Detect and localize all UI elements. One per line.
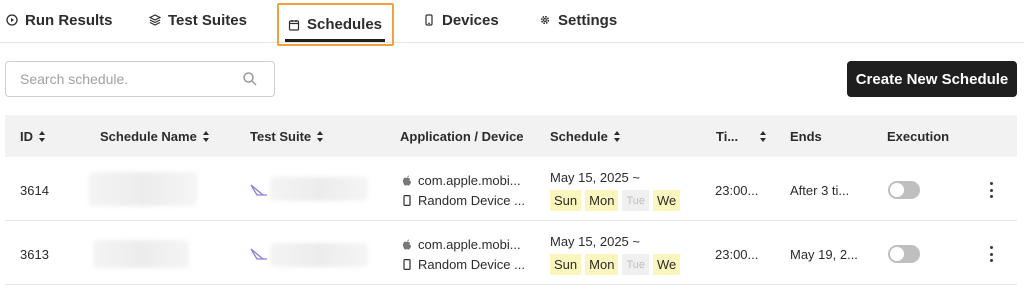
create-new-schedule-button[interactable]: Create New Schedule — [847, 61, 1017, 97]
app-line: com.apple.mobi... — [402, 173, 521, 188]
column-header-execution: Execution — [887, 128, 950, 144]
app-bundle-id: com.apple.mobi... — [418, 173, 521, 188]
column-header-schedule-name[interactable]: Schedule Name — [100, 115, 210, 157]
redacted-schedule-name — [89, 172, 197, 206]
test-suite-icon — [250, 184, 267, 196]
redacted-test-suite — [270, 243, 368, 267]
schedule-days: Sun Mon Tue We — [550, 190, 687, 211]
top-nav: Run Results Test Suites Schedules Device… — [0, 0, 1024, 46]
tab-settings[interactable]: Settings — [539, 0, 617, 40]
redacted-test-suite — [270, 177, 368, 201]
schedule-ends: After 3 ti... — [790, 183, 850, 198]
schedule-time: 23:00... — [715, 183, 759, 198]
search-input[interactable] — [6, 62, 236, 96]
tab-run-results[interactable]: Run Results — [6, 0, 113, 40]
table-row[interactable]: 3613 com.apple.mobi... Random Device ...… — [5, 222, 1017, 285]
sort-icon[interactable] — [202, 130, 210, 142]
play-circle-icon — [6, 14, 18, 26]
device-line: Random Device ... — [402, 193, 525, 208]
column-header-test-suite[interactable]: Test Suite — [250, 115, 324, 157]
tab-devices[interactable]: Devices — [423, 0, 499, 40]
column-header-id[interactable]: ID — [20, 115, 46, 157]
schedule-ends: May 19, 2... — [790, 247, 858, 262]
layers-icon — [149, 14, 161, 26]
tab-label: Schedules — [307, 16, 383, 33]
app-bundle-id: com.apple.mobi... — [418, 237, 521, 252]
more-options-icon[interactable] — [989, 246, 993, 262]
schedule-days: Sun Mon Tue We — [550, 254, 687, 275]
schedule-time: 23:00... — [715, 247, 759, 262]
tab-label: Devices — [442, 11, 499, 29]
day-chip: Mon — [585, 190, 619, 211]
search-box — [5, 61, 275, 97]
sort-icon[interactable] — [760, 130, 767, 142]
schedule-start-date: May 15, 2025 ~ — [550, 170, 640, 185]
phone-icon — [425, 14, 433, 26]
column-header-time[interactable]: Ti... — [716, 115, 767, 157]
apple-icon — [403, 239, 411, 250]
table-row[interactable]: 3614 com.apple.mobi... Random Device ...… — [5, 158, 1017, 221]
app-line: com.apple.mobi... — [402, 237, 521, 252]
apple-icon — [403, 175, 411, 186]
search-icon[interactable] — [242, 71, 258, 87]
sort-icon[interactable] — [39, 130, 46, 142]
sort-icon[interactable] — [613, 130, 621, 142]
execution-toggle[interactable] — [888, 245, 920, 263]
day-chip: Tue — [622, 190, 649, 211]
day-chip: Tue — [622, 254, 649, 275]
day-chip: We — [652, 254, 681, 275]
calendar-icon — [288, 19, 300, 31]
schedule-id: 3614 — [20, 183, 49, 198]
device-line: Random Device ... — [402, 257, 525, 272]
tab-label: Run Results — [25, 11, 113, 29]
test-suite-icon — [250, 248, 267, 260]
day-chip: Sun — [550, 254, 582, 275]
more-options-icon[interactable] — [989, 182, 993, 198]
device-name: Random Device ... — [418, 257, 525, 272]
schedule-id: 3613 — [20, 247, 49, 262]
device-name: Random Device ... — [418, 193, 525, 208]
day-chip: Mon — [585, 254, 619, 275]
schedule-start-date: May 15, 2025 ~ — [550, 234, 640, 249]
gear-icon — [540, 15, 550, 25]
tab-test-suites[interactable]: Test Suites — [149, 0, 247, 40]
column-header-schedule[interactable]: Schedule — [550, 115, 621, 157]
tab-label: Test Suites — [168, 11, 247, 29]
day-chip: We — [652, 190, 681, 211]
phone-icon — [403, 195, 411, 206]
tab-label: Settings — [558, 11, 618, 29]
phone-icon — [403, 259, 411, 270]
sort-icon[interactable] — [317, 130, 324, 142]
active-tab-underline — [285, 39, 385, 42]
redacted-schedule-name — [93, 240, 189, 268]
execution-toggle[interactable] — [888, 181, 920, 199]
table-header: ID Schedule Name Test Suite Application … — [5, 115, 1017, 157]
column-header-application-device: Application / Device — [400, 128, 524, 144]
column-header-ends: Ends — [790, 128, 822, 144]
day-chip: Sun — [550, 190, 582, 211]
